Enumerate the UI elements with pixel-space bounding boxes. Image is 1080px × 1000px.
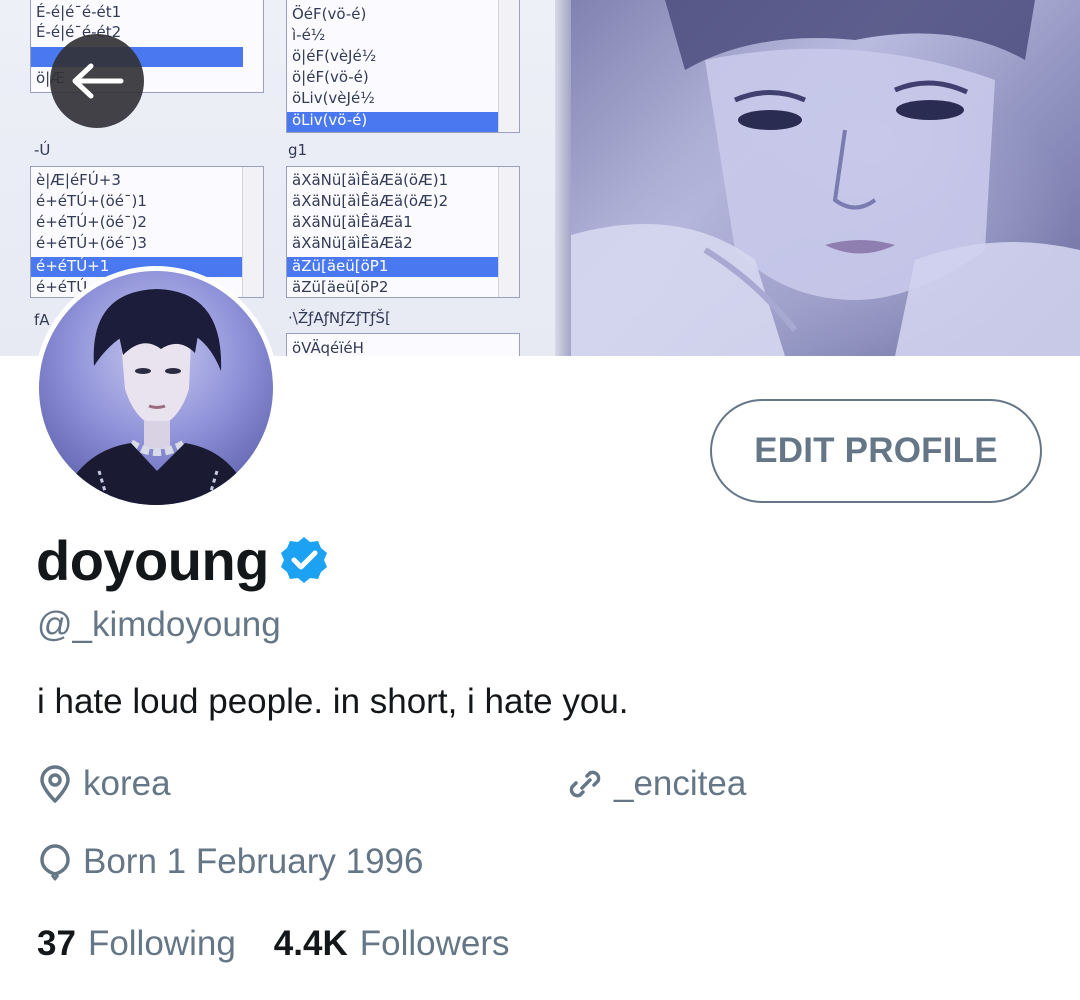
avatar[interactable] (34, 266, 278, 510)
banner-text-3d: é+éTÚ+(öé¯)3 (36, 234, 147, 252)
website[interactable]: _encitea (566, 764, 746, 804)
following-label: Following (87, 924, 236, 963)
banner-text-4f: äZü[äeü[öP2 (292, 278, 389, 296)
location-pin-icon (40, 765, 70, 803)
banner-text-4e: äZü[äeü[öP1 (292, 257, 389, 275)
banner-text-4d: äXäNü[äìÊäÆä2 (292, 234, 413, 252)
website-text[interactable]: _encitea (614, 764, 746, 804)
banner-portrait-illustration (555, 0, 1080, 356)
followers-label: Followers (359, 924, 510, 963)
following-link[interactable]: 37 Following (37, 924, 236, 964)
banner-label-1: -Ú (34, 141, 51, 159)
banner-text-3b: é+éTÚ+(öé¯)1 (36, 192, 147, 210)
banner-label-2: g1 (288, 141, 308, 159)
banner-text-4b: äXäNü[äìÊäÆä(öÆ)2 (292, 192, 449, 210)
birthday: Born 1 February 1996 (37, 842, 423, 882)
link-icon (569, 770, 601, 798)
follow-stats: 37 Following 4.4K Followers (37, 924, 510, 964)
following-count: 37 (37, 924, 76, 963)
banner-photo (555, 0, 1080, 356)
banner-text-2f: öLiv(vö-é) (292, 111, 368, 129)
location: korea (37, 764, 171, 804)
banner-text-2a: ÖéF(vö-é) (292, 5, 367, 23)
banner-text-3a: è|Æ|éFÚ+3 (36, 171, 121, 189)
balloon-icon (40, 844, 70, 881)
banner-text-1a: É-é|é¯é-ét1 (36, 3, 122, 21)
name-row: doyoung (36, 528, 329, 593)
verified-badge-icon (279, 535, 329, 590)
handle: @_kimdoyoung (37, 605, 281, 644)
location-text: korea (83, 764, 171, 803)
banner-text-4a: äXäNü[äìÊäÆä(öÆ)1 (292, 171, 449, 189)
followers-link[interactable]: 4.4K Followers (274, 924, 510, 964)
arrow-left-icon (72, 63, 124, 99)
banner-text-2e: öLiv(vèJé½ (292, 89, 375, 107)
banner-text-3e: é+éTÚ+1 (36, 257, 110, 275)
banner-text-2b: ì-é½ (292, 26, 326, 44)
bio: i hate loud people. in short, i hate you… (37, 682, 629, 721)
banner-text-5a: fA (34, 311, 50, 329)
display-name: doyoung (36, 529, 269, 592)
banner-text-5b: ·\ŽƒAƒNƒZƒTƒŠ[ (288, 309, 391, 327)
edit-profile-button[interactable]: EDIT PROFILE (710, 399, 1042, 503)
followers-count: 4.4K (273, 924, 348, 963)
birthday-text: Born 1 February 1996 (83, 842, 424, 881)
back-button[interactable] (50, 34, 144, 128)
banner-text-3c: é+éTÚ+(öé¯)2 (36, 213, 147, 231)
avatar-image (39, 271, 273, 505)
banner-text-2d: ö|éF(vö-é) (292, 68, 369, 86)
banner-text-4c: äXäNü[äìÊäÆä1 (292, 213, 413, 231)
banner-text-5c: öVÄqéïéH (292, 339, 364, 356)
banner-text-2c: ö|éF(vèJé½ (292, 47, 377, 65)
